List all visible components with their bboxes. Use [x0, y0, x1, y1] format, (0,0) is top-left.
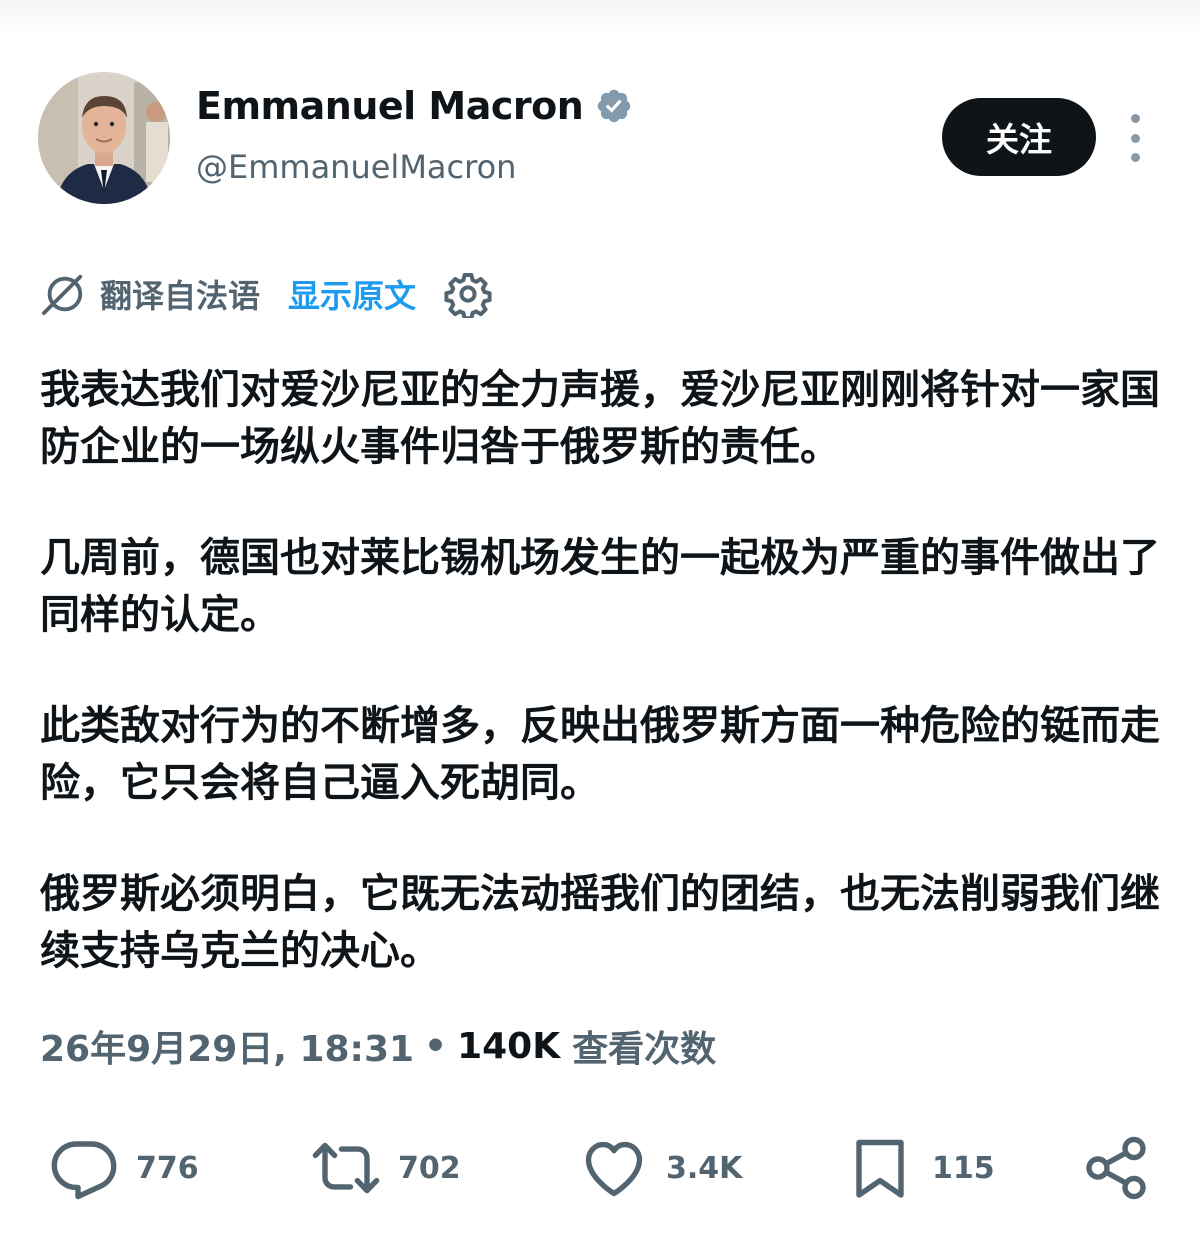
- repost-button[interactable]: 702: [310, 1132, 461, 1204]
- bookmark-button[interactable]: 115: [844, 1132, 995, 1204]
- translation-label: 翻译自法语: [100, 277, 261, 315]
- post-meta: 26年9月29日, 18:31 • 140K 查看次数: [40, 1018, 716, 1074]
- repost-icon: [312, 1142, 380, 1194]
- display-name[interactable]: Emmanuel Macron: [196, 84, 633, 128]
- post-paragraph: 俄罗斯必须明白，它既无法动摇我们的团结，也无法削弱我们继续支持乌克兰的决心。: [40, 871, 1160, 974]
- views-count: 140K: [457, 1025, 561, 1067]
- post-timestamp[interactable]: 26年9月29日, 18:31: [40, 1020, 414, 1072]
- post-paragraph: 我表达我们对爱沙尼亚的全力声援，爱沙尼亚刚刚将针对一家国防企业的一场纵火事件归咎…: [40, 367, 1160, 470]
- meta-separator: •: [424, 1025, 448, 1067]
- handle[interactable]: @EmmanuelMacron: [196, 148, 516, 186]
- display-name-text: Emmanuel Macron: [196, 84, 584, 128]
- translation-bar: 翻译自法语 显示原文: [40, 268, 492, 320]
- share-icon: [1086, 1136, 1146, 1200]
- heart-icon: [585, 1141, 643, 1197]
- post-paragraph: 几周前，德国也对莱比锡机场发生的一起极为严重的事件做出了同样的认定。: [40, 535, 1160, 638]
- bookmark-icon: [856, 1139, 904, 1198]
- top-fade: [0, 0, 1200, 34]
- follow-button[interactable]: 关注: [942, 98, 1096, 176]
- show-original-link[interactable]: 显示原文: [288, 271, 416, 317]
- gear-icon[interactable]: [444, 270, 492, 318]
- views-label: 查看次数: [572, 1029, 717, 1070]
- translate-icon: [41, 274, 83, 316]
- reply-count: 776: [136, 1150, 199, 1186]
- bookmark-count: 115: [932, 1150, 995, 1186]
- post-text: 我表达我们对爱沙尼亚的全力声援，爱沙尼亚刚刚将针对一家国防企业的一场纵火事件归咎…: [40, 362, 1160, 1034]
- avatar[interactable]: [38, 72, 170, 204]
- reply-button[interactable]: 776: [48, 1132, 199, 1204]
- repost-count: 702: [398, 1150, 461, 1186]
- more-options-icon[interactable]: [1118, 114, 1152, 162]
- verified-badge-icon: [598, 89, 631, 123]
- share-button[interactable]: [1080, 1132, 1152, 1204]
- reply-icon: [51, 1141, 117, 1200]
- like-button[interactable]: 3.4K: [578, 1132, 742, 1204]
- post-paragraph: 此类敌对行为的不断增多，反映出俄罗斯方面一种危险的铤而走险，它只会将自己逼入死胡…: [40, 703, 1160, 806]
- like-count: 3.4K: [666, 1150, 743, 1186]
